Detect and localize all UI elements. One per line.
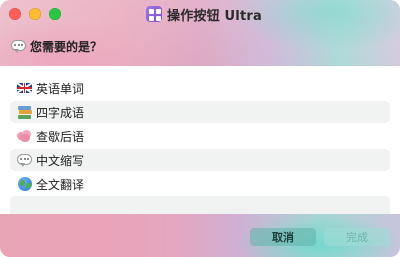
window-controls <box>9 8 61 20</box>
option-label: 中文缩写 <box>36 153 85 168</box>
speech-bubble-icon <box>11 40 26 53</box>
option-xiehouyu[interactable]: 查歇后语 <box>10 125 390 147</box>
option-idiom[interactable]: 四字成语 <box>10 101 390 123</box>
cancel-button[interactable]: 取消 <box>250 228 316 246</box>
text-input-area[interactable] <box>10 196 390 214</box>
window-title-group: 操作按钮 Ultra <box>146 4 262 24</box>
brain-icon <box>17 129 32 144</box>
dialog-window: 操作按钮 Ultra 您需要的是？ 英语单词 四字成语 查歇后语 中文缩写 全文… <box>0 0 400 257</box>
grid-app-icon <box>146 6 162 22</box>
maximize-window-button[interactable] <box>49 8 61 20</box>
option-full-translation[interactable]: 全文翻译 <box>10 173 390 195</box>
close-window-button[interactable] <box>9 8 21 20</box>
prompt-text: 您需要的是？ <box>30 40 103 54</box>
window-title: 操作按钮 Ultra <box>167 8 262 24</box>
option-english-word[interactable]: 英语单词 <box>10 77 390 99</box>
option-label: 全文翻译 <box>36 177 85 192</box>
option-label: 四字成语 <box>36 105 85 120</box>
uk-flag-icon <box>17 81 32 96</box>
prompt: 您需要的是？ <box>11 38 102 55</box>
books-icon <box>17 105 32 120</box>
options-list: 英语单词 四字成语 查歇后语 中文缩写 全文翻译 <box>10 77 390 197</box>
option-label: 英语单词 <box>36 81 85 96</box>
option-label: 查歇后语 <box>36 129 85 144</box>
minimize-window-button[interactable] <box>29 8 41 20</box>
done-button[interactable]: 完成 <box>324 228 390 246</box>
globe-icon <box>17 177 32 192</box>
option-abbreviation[interactable]: 中文缩写 <box>10 149 390 171</box>
speech-bubble-icon <box>17 153 32 168</box>
